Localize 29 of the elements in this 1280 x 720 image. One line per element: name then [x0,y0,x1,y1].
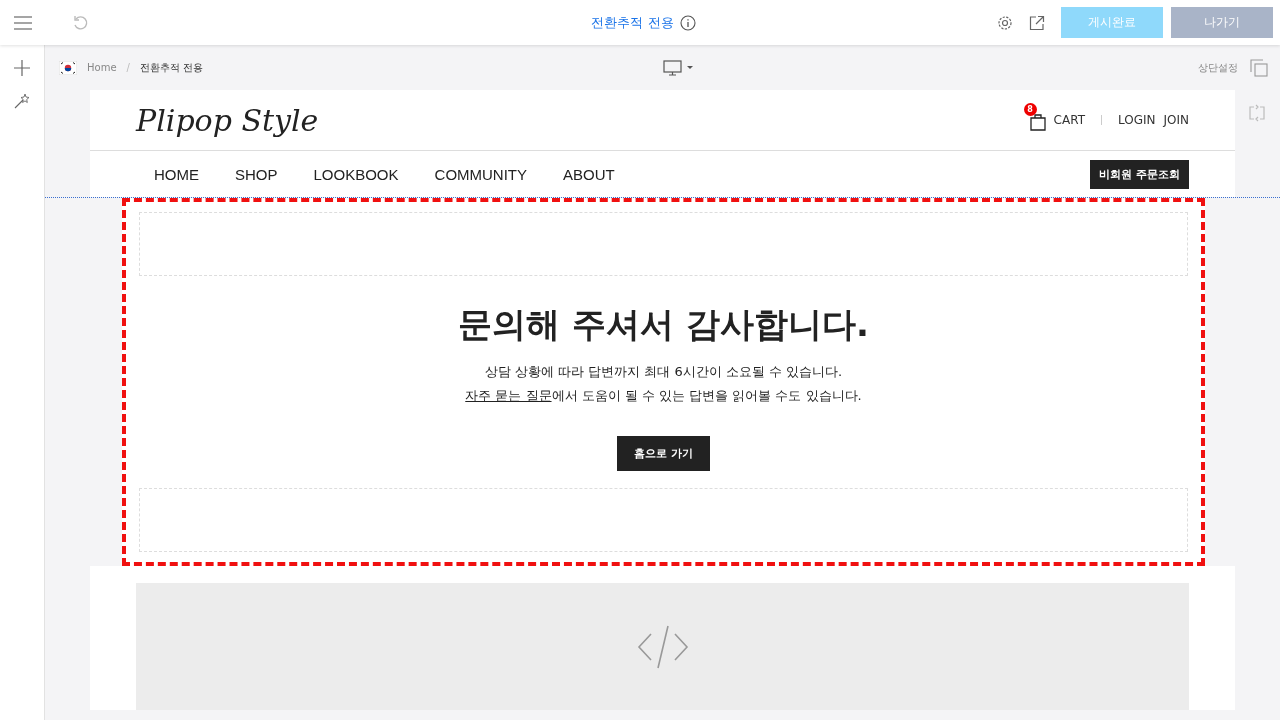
info-icon[interactable] [679,14,696,31]
add-icon[interactable] [13,59,31,77]
cart-link[interactable]: CART [1053,113,1085,127]
code-icon [636,623,689,670]
desktop-view-icon[interactable] [662,59,695,76]
breadcrumb-separator: / [126,62,130,73]
guest-order-button[interactable]: 비회원 주문조회 [1090,159,1189,189]
account-link[interactable]: LOGIN [1117,113,1156,127]
account-link[interactable]: JOIN [1163,113,1189,127]
home-button[interactable]: 홈으로 가기 [617,435,710,471]
nav-link[interactable]: COMMUNITY [434,165,528,183]
magic-wand-icon[interactable] [14,93,30,109]
faq-text: 자주 묻는 질문에서 도움이 될 수 있는 답변을 읽어볼 수도 있습니다. [465,386,862,405]
external-link-icon[interactable] [1029,14,1045,31]
nav-link[interactable]: ABOUT [563,165,615,183]
settings-icon[interactable] [997,14,1013,31]
thank-you-heading: 문의해 주셔서 감사합니다. [458,302,869,346]
cart-count-badge: 8 [1023,103,1037,116]
shopping-bag-icon[interactable] [1029,113,1046,131]
nav-link[interactable]: HOME [154,165,199,183]
response-time-text: 상담 상황에 따라 답변까지 최대 6시간이 소요될 수 있습니다. [484,362,843,381]
breadcrumb-link[interactable]: 전환추적 전용 [139,60,204,75]
nav-link[interactable]: SHOP [235,165,278,183]
site-logo[interactable]: Plipop Style [136,102,319,138]
selected-section[interactable]: 문의해 주셔서 감사합니다. 상담 상황에 따라 답변까지 최대 6시간이 소요될 수 있습니다. 자주 묻는 질문에서 도움이 될 수 있는 답변을 읽어볼 수도 있습니다. 홈으로 가기 [122,198,1205,566]
faq-link[interactable]: 자주 묻는 질문 [465,387,552,403]
flag-icon[interactable] [59,60,77,75]
page-title: 전환추적 전용 [591,13,674,32]
nav-link[interactable]: LOOKBOOK [313,165,399,183]
